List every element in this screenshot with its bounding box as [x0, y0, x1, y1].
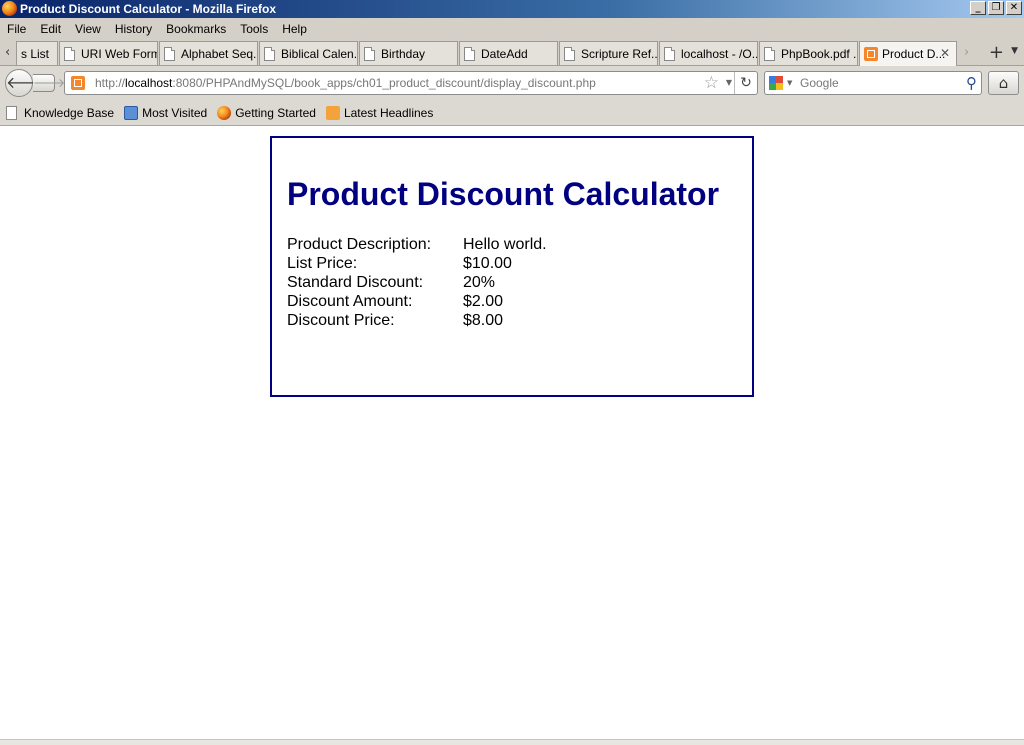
row-value: Hello world. [463, 236, 547, 253]
page-content: Product Discount Calculator Product Desc… [0, 126, 1024, 740]
most-visited-icon [124, 105, 139, 120]
restore-button[interactable]: ❐ [988, 1, 1004, 15]
tab[interactable]: DateAdd [459, 41, 558, 65]
xampp-icon [864, 47, 878, 61]
tab[interactable]: localhost - /O... [659, 41, 758, 65]
search-bar[interactable]: ▼ Google ⚲ [764, 71, 982, 95]
menu-bar: File Edit View History Bookmarks Tools H… [0, 18, 1024, 39]
site-identity-icon[interactable] [71, 76, 85, 90]
url-text[interactable]: http://localhost:8080/PHPAndMySQL/book_a… [95, 76, 596, 90]
menu-history[interactable]: History [108, 22, 159, 36]
navigation-toolbar: 🡐 🡒 http://localhost:8080/PHPAndMySQL/bo… [0, 66, 1024, 100]
tab[interactable]: s List [16, 41, 58, 65]
calculator-box: Product Discount Calculator Product Desc… [270, 136, 754, 397]
menu-help[interactable]: Help [275, 22, 314, 36]
window-title: Product Discount Calculator - Mozilla Fi… [20, 2, 277, 16]
new-tab-icon[interactable]: + [989, 42, 1004, 63]
page-icon [164, 46, 175, 61]
tab-label: Product D... [882, 47, 946, 61]
bookmark-getting-started[interactable]: Getting Started [217, 105, 316, 120]
close-window-button[interactable]: ✕ [1006, 1, 1022, 15]
row-label: Discount Amount: [287, 293, 413, 310]
tab[interactable]: Scripture Ref... [559, 41, 658, 65]
page-icon [564, 46, 575, 61]
window-title-bar: Product Discount Calculator - Mozilla Fi… [0, 0, 1024, 18]
search-input[interactable]: Google [800, 76, 839, 90]
result-row: Discount Price: $8.00 [287, 312, 737, 331]
tab[interactable]: Alphabet Seq... [159, 41, 258, 65]
tab-label: DateAdd [481, 46, 528, 61]
rss-icon [325, 105, 340, 120]
page-icon [464, 46, 475, 61]
bookmark-label: Most Visited [142, 105, 208, 120]
page-icon [264, 46, 275, 61]
tab-label: URI Web Form [81, 46, 158, 61]
tab-label: PhpBook.pdf ... [781, 46, 858, 61]
result-row: List Price: $10.00 [287, 255, 737, 274]
page-icon [364, 46, 375, 61]
row-value: $8.00 [463, 312, 504, 329]
search-engine-dropdown-icon[interactable]: ▼ [787, 79, 792, 87]
menu-edit[interactable]: Edit [33, 22, 68, 36]
tab-label: Birthday [381, 46, 426, 61]
bookmark-star-icon[interactable]: ☆ [704, 73, 719, 93]
page-icon [64, 46, 75, 61]
page-icon [6, 105, 17, 120]
page-icon [764, 46, 775, 61]
menu-bookmarks[interactable]: Bookmarks [159, 22, 233, 36]
tab-scroll-left-icon[interactable]: ‹ [5, 45, 10, 60]
bookmark-most-visited[interactable]: Most Visited [124, 105, 208, 120]
bookmark-label: Knowledge Base [24, 105, 115, 120]
tab-label: s List [21, 46, 50, 61]
firefox-icon [217, 105, 232, 120]
status-bar [0, 739, 1024, 745]
forward-button[interactable]: 🡒 [33, 74, 65, 92]
row-label: List Price: [287, 255, 358, 272]
address-bar[interactable]: http://localhost:8080/PHPAndMySQL/book_a… [64, 71, 758, 95]
menu-tools[interactable]: Tools [233, 22, 275, 36]
tab-scroll-right-icon[interactable]: › [964, 45, 969, 60]
tab-label: localhost - /O... [681, 46, 758, 61]
window-controls: _ ❐ ✕ [970, 1, 1022, 15]
row-label: Discount Price: [287, 312, 395, 329]
result-row: Product Description: Hello world. [287, 236, 737, 255]
page-heading: Product Discount Calculator [287, 176, 720, 212]
bookmark-label: Getting Started [235, 105, 316, 120]
tab-label: Alphabet Seq... [181, 46, 258, 61]
minimize-button[interactable]: _ [970, 1, 986, 15]
search-icon[interactable]: ⚲ [966, 74, 977, 92]
bookmark-label: Latest Headlines [343, 105, 434, 120]
home-button[interactable]: ⌂ [988, 71, 1019, 95]
row-label: Standard Discount: [287, 274, 424, 291]
menu-file[interactable]: File [0, 22, 33, 36]
row-value: $10.00 [463, 255, 512, 272]
tab-label: Biblical Calen... [281, 46, 358, 61]
tab-active[interactable]: Product D... ✕ [859, 41, 957, 66]
close-tab-icon[interactable]: ✕ [940, 46, 950, 60]
back-button[interactable]: 🡐 [5, 69, 49, 97]
tab-bar: ‹ s List URI Web Form Alphabet Seq... Bi… [0, 39, 1024, 66]
row-label: Product Description: [287, 236, 432, 253]
result-table: Product Description: Hello world. List P… [287, 236, 737, 331]
row-value: 20% [463, 274, 496, 291]
row-value: $2.00 [463, 293, 504, 310]
page-icon [664, 46, 675, 61]
firefox-logo-icon [2, 1, 17, 16]
bookmark-latest-headlines[interactable]: Latest Headlines [325, 105, 434, 120]
tab[interactable]: Birthday [359, 41, 458, 65]
reload-icon[interactable]: ↻ [734, 72, 757, 94]
history-dropdown-icon[interactable]: ▼ [726, 78, 732, 87]
tab[interactable]: PhpBook.pdf ... [759, 41, 858, 65]
google-icon[interactable] [769, 76, 783, 90]
tab-label: Scripture Ref... [581, 46, 658, 61]
bookmark-knowledge-base[interactable]: Knowledge Base [6, 105, 115, 120]
tab[interactable]: URI Web Form [59, 41, 158, 65]
bookmarks-toolbar: Knowledge Base Most Visited Getting Star… [0, 100, 1024, 126]
result-row: Discount Amount: $2.00 [287, 293, 737, 312]
tab[interactable]: Biblical Calen... [259, 41, 358, 65]
result-row: Standard Discount: 20% [287, 274, 737, 293]
menu-view[interactable]: View [68, 22, 108, 36]
list-all-tabs-icon[interactable]: ▼ [1011, 46, 1018, 56]
